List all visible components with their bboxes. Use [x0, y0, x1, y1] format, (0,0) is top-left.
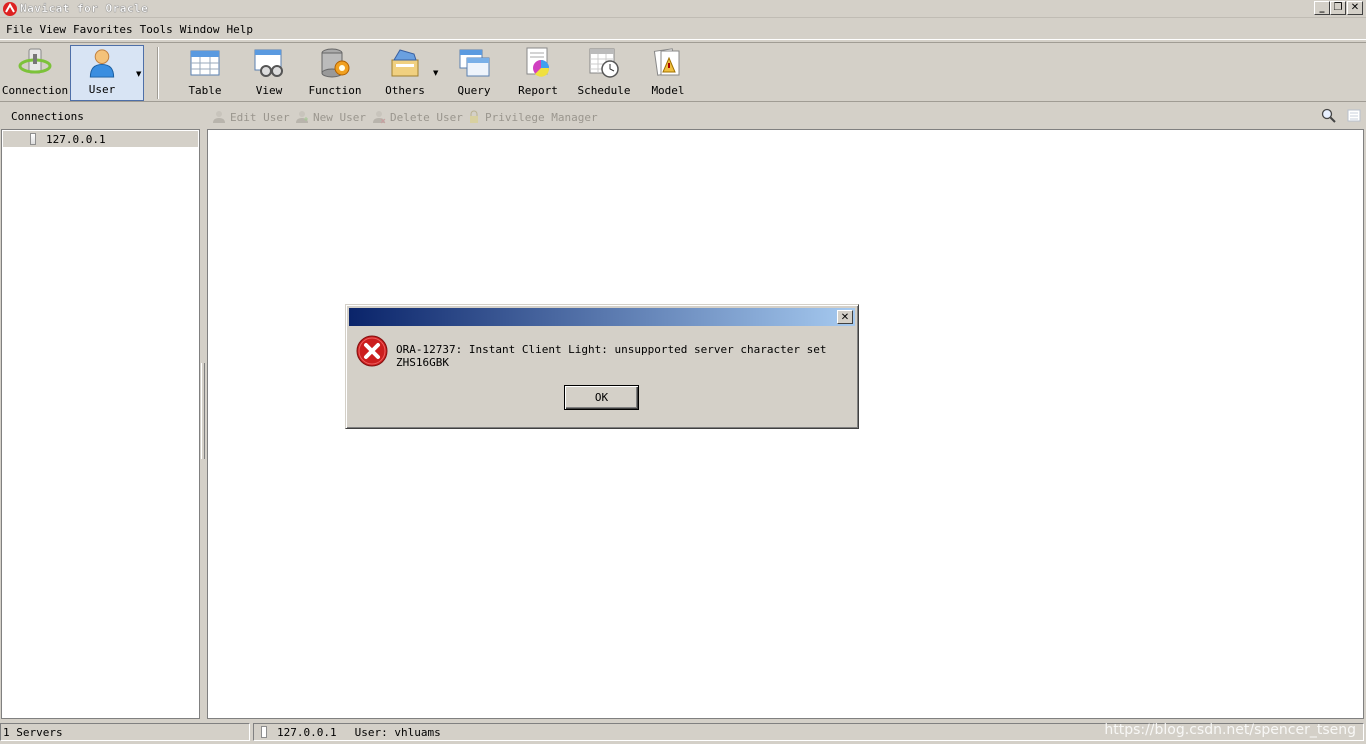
- menu-view[interactable]: View: [38, 23, 72, 36]
- connection-button[interactable]: Connection: [2, 45, 68, 101]
- watermark: https://blog.csdn.net/spencer_tseng: [1104, 722, 1356, 738]
- ok-button[interactable]: OK: [564, 385, 639, 410]
- menu-bar: File View Favorites Tools Window Help: [0, 20, 1366, 40]
- connections-header: Connections: [11, 110, 84, 123]
- list-view-icon[interactable]: [1346, 108, 1362, 123]
- navicat-logo-icon: [3, 2, 17, 16]
- function-button[interactable]: Function: [306, 45, 364, 101]
- model-label: Model: [651, 84, 685, 97]
- table-label: Table: [188, 84, 222, 97]
- query-icon: [459, 49, 490, 77]
- new-user-label: New User: [313, 110, 366, 124]
- table-button[interactable]: Table: [180, 45, 230, 101]
- menu-help[interactable]: Help: [224, 23, 258, 36]
- user-label: User: [88, 83, 116, 96]
- splitter-grip[interactable]: [201, 363, 205, 459]
- model-button[interactable]: Model: [646, 45, 690, 101]
- user-button[interactable]: User ▼: [70, 45, 144, 101]
- server-icon: [261, 726, 267, 738]
- new-user-icon: [296, 111, 308, 123]
- toolbar-separator: [157, 47, 159, 99]
- others-label: Others: [385, 84, 425, 97]
- edit-user-button[interactable]: Edit User: [212, 110, 290, 124]
- report-icon: [526, 47, 550, 77]
- menu-tools[interactable]: Tools: [138, 23, 178, 36]
- new-user-button[interactable]: New User: [295, 110, 366, 124]
- others-icon: [391, 49, 419, 77]
- model-icon: [653, 48, 680, 76]
- window-title: Navicat for Oracle: [20, 2, 149, 15]
- user-icon: [89, 49, 115, 78]
- delete-user-icon: [373, 111, 386, 124]
- close-icon: ✕: [1350, 2, 1360, 13]
- error-dialog: ✕ ORA-12737: Instant Client Light: unsup…: [345, 304, 859, 429]
- restore-button[interactable]: ❐: [1330, 1, 1346, 15]
- privilege-manager-label: Privilege Manager: [485, 110, 598, 124]
- menu-favorites[interactable]: Favorites: [71, 23, 138, 36]
- menu-file[interactable]: File: [4, 23, 38, 36]
- title-bar: Navicat for Oracle _ ❐ ✕: [0, 0, 1366, 18]
- panel-splitter[interactable]: [200, 129, 207, 719]
- minimize-button[interactable]: _: [1314, 1, 1330, 15]
- schedule-button[interactable]: Schedule: [576, 45, 632, 101]
- close-icon: ✕: [840, 311, 850, 323]
- main-toolbar: Connection User ▼ Table View Function Ot…: [0, 42, 1366, 102]
- dialog-close-button[interactable]: ✕: [837, 310, 853, 324]
- status-servers: 1 Servers: [0, 723, 250, 741]
- edit-user-label: Edit User: [230, 110, 290, 124]
- schedule-label: Schedule: [577, 84, 631, 97]
- connection-label: Connection: [1, 84, 69, 97]
- query-button[interactable]: Query: [450, 45, 498, 101]
- schedule-icon: [589, 48, 619, 78]
- status-servers-text: 1 Servers: [3, 725, 63, 739]
- minimize-icon: _: [1319, 2, 1325, 13]
- connection-tree[interactable]: 127.0.0.1: [1, 129, 200, 719]
- error-icon: [356, 335, 388, 367]
- delete-user-label: Delete User: [390, 110, 463, 124]
- privilege-manager-icon: [470, 110, 478, 123]
- privilege-manager-button[interactable]: Privilege Manager: [467, 110, 598, 124]
- view-label: View: [255, 84, 283, 97]
- tree-item-server[interactable]: 127.0.0.1: [3, 131, 198, 147]
- connection-icon: [18, 48, 52, 74]
- error-message: ORA-12737: Instant Client Light: unsuppo…: [396, 343, 827, 369]
- object-toolbar: Connections Edit User New User Delete Us…: [0, 104, 1366, 128]
- server-icon: [30, 133, 36, 145]
- user-dropdown-icon[interactable]: ▼: [136, 70, 141, 78]
- delete-user-button[interactable]: Delete User: [372, 110, 463, 124]
- report-button[interactable]: Report: [514, 45, 562, 101]
- status-user: User: vhluams: [354, 725, 441, 739]
- menu-window[interactable]: Window: [178, 23, 225, 36]
- view-icon: [254, 49, 283, 77]
- edit-user-icon: [213, 111, 225, 123]
- view-button[interactable]: View: [246, 45, 292, 101]
- query-label: Query: [457, 84, 491, 97]
- tree-item-label: 127.0.0.1: [46, 132, 106, 146]
- search-icon[interactable]: [1321, 108, 1336, 123]
- status-host: 127.0.0.1: [277, 725, 337, 739]
- close-button[interactable]: ✕: [1347, 1, 1363, 15]
- report-label: Report: [518, 84, 558, 97]
- function-icon: [321, 48, 350, 78]
- function-label: Function: [308, 84, 362, 97]
- others-button[interactable]: Others ▼: [380, 45, 438, 101]
- table-icon: [190, 50, 220, 76]
- dialog-title-bar[interactable]: ✕: [349, 308, 855, 326]
- others-dropdown-icon[interactable]: ▼: [433, 69, 438, 77]
- restore-icon: ❐: [1333, 2, 1343, 13]
